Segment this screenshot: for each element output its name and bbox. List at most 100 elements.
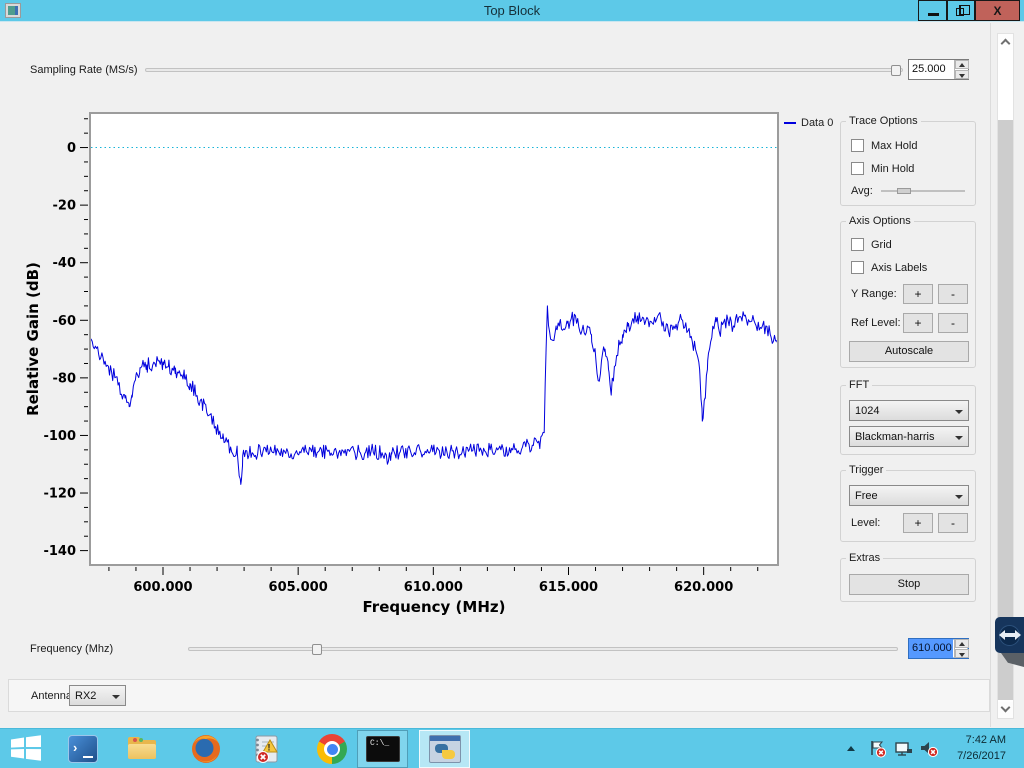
y-tick-label: -40 xyxy=(53,256,77,271)
spin-down-button[interactable] xyxy=(955,70,969,79)
trigger-title: Trigger xyxy=(846,464,886,476)
spin-up-button[interactable] xyxy=(955,639,969,648)
dropdown-arrow-icon xyxy=(955,495,963,499)
fft-group: FFT 1024 Blackman-harris xyxy=(840,385,976,455)
min-hold-checkbox[interactable] xyxy=(851,162,864,175)
fft-title: FFT xyxy=(846,379,872,391)
sampling-rate-spin-arrows xyxy=(954,60,968,79)
close-button[interactable]: X xyxy=(975,0,1020,21)
extras-title: Extras xyxy=(846,552,883,564)
dropdown-arrow-icon xyxy=(112,695,120,699)
axis-labels-label: Axis Labels xyxy=(871,262,927,274)
firefox-icon xyxy=(190,733,222,765)
axis-options-title: Axis Options xyxy=(846,215,914,227)
trace-options-title: Trace Options xyxy=(846,115,921,127)
scroll-up-button[interactable] xyxy=(998,34,1013,50)
frequency-value[interactable]: 610.000 xyxy=(909,639,953,658)
window-title: Top Block xyxy=(0,0,1024,22)
chrome-icon xyxy=(317,734,347,764)
scroll-down-button[interactable] xyxy=(998,702,1013,718)
taskbar-command-prompt[interactable]: C:\_ xyxy=(357,730,408,768)
fft-size-dropdown[interactable]: 1024 xyxy=(849,400,969,421)
fft-window-value: Blackman-harris xyxy=(855,431,934,443)
tray-time: 7:42 AM xyxy=(938,732,1006,748)
sampling-rate-label: Sampling Rate (MS/s) xyxy=(30,64,138,76)
antenna-value: RX2 xyxy=(75,690,96,702)
y-range-minus-button[interactable]: - xyxy=(938,284,968,304)
sampling-rate-value[interactable]: 25.000 xyxy=(909,60,953,79)
sampling-rate-slider-track[interactable] xyxy=(145,68,903,72)
x-tick-label: 615.000 xyxy=(539,580,598,595)
y-range-plus-button[interactable]: + xyxy=(903,284,933,304)
avg-slider[interactable] xyxy=(881,187,965,195)
tray-expand-button[interactable] xyxy=(845,743,857,755)
tray-network[interactable] xyxy=(894,740,912,758)
scrollbar-thumb[interactable] xyxy=(998,120,1013,700)
tray-action-center[interactable] xyxy=(868,740,886,758)
x-tick-label: 600.000 xyxy=(133,580,192,595)
axis-labels-checkbox[interactable] xyxy=(851,261,864,274)
taskbar-notebook-warning[interactable]: ! xyxy=(250,733,284,765)
python-app-icon xyxy=(429,735,461,763)
min-hold-label: Min Hold xyxy=(871,163,914,175)
tray-clock[interactable]: 7:42 AM 7/26/2017 xyxy=(938,732,1006,764)
dropdown-arrow-icon xyxy=(955,436,963,440)
antenna-dropdown[interactable]: RX2 xyxy=(69,685,126,706)
restore-icon xyxy=(956,8,964,16)
taskbar-python-app[interactable] xyxy=(419,730,470,768)
max-hold-checkbox[interactable] xyxy=(851,139,864,152)
ref-level-minus-button[interactable]: - xyxy=(938,313,968,333)
tray-volume[interactable] xyxy=(919,740,937,758)
spin-up-button[interactable] xyxy=(955,60,969,69)
svg-text:!: ! xyxy=(268,743,271,753)
frequency-slider[interactable] xyxy=(188,643,898,655)
stop-button[interactable]: Stop xyxy=(849,574,969,595)
plot-canvas[interactable] xyxy=(90,113,778,565)
avg-label: Avg: xyxy=(851,185,873,197)
fft-window-dropdown[interactable]: Blackman-harris xyxy=(849,426,969,447)
trigger-level-minus-button[interactable]: - xyxy=(938,513,968,533)
y-tick-label: -60 xyxy=(53,314,77,329)
teamviewer-flap xyxy=(1001,653,1024,667)
taskbar-firefox[interactable] xyxy=(190,733,224,765)
y-tick-label: 0 xyxy=(67,141,76,156)
windows-logo-icon xyxy=(10,733,42,763)
chevron-up-icon xyxy=(1001,39,1011,49)
taskbar-powershell[interactable]: › xyxy=(66,733,100,765)
taskbar-chrome[interactable] xyxy=(316,733,350,765)
sampling-rate-slider[interactable] xyxy=(145,64,903,76)
trigger-mode-dropdown[interactable]: Free xyxy=(849,485,969,506)
restore-button[interactable] xyxy=(947,0,975,21)
titlebar[interactable]: Top Block X xyxy=(0,0,1024,22)
up-arrow-icon xyxy=(959,642,965,646)
flag-warning-icon xyxy=(868,740,888,758)
volume-muted-icon xyxy=(919,740,939,758)
chevron-up-icon xyxy=(845,743,857,755)
spin-down-button[interactable] xyxy=(955,649,969,658)
minimize-icon xyxy=(928,13,939,16)
dropdown-arrow-icon xyxy=(955,410,963,414)
spectrum-plot[interactable]: 600.000605.000610.000615.000620.0000-20-… xyxy=(10,105,810,617)
trigger-level-plus-button[interactable]: + xyxy=(903,513,933,533)
sampling-rate-slider-handle[interactable] xyxy=(891,65,901,76)
teamviewer-icon[interactable] xyxy=(995,617,1024,653)
grid-checkbox[interactable] xyxy=(851,238,864,251)
trigger-level-label: Level: xyxy=(851,517,880,529)
teamviewer-edge-widget[interactable] xyxy=(995,617,1024,669)
x-axis-title: Frequency (MHz) xyxy=(363,598,506,616)
frequency-slider-track[interactable] xyxy=(188,647,898,651)
minimize-button[interactable] xyxy=(918,0,947,21)
x-tick-label: 610.000 xyxy=(404,580,463,595)
frequency-spin-arrows xyxy=(954,639,968,658)
tray-date: 7/26/2017 xyxy=(938,748,1006,764)
sampling-rate-spinbox[interactable]: 25.000 xyxy=(908,59,969,80)
taskbar-file-explorer[interactable] xyxy=(126,733,160,765)
ref-level-plus-button[interactable]: + xyxy=(903,313,933,333)
autoscale-button[interactable]: Autoscale xyxy=(849,341,969,362)
frequency-slider-handle[interactable] xyxy=(312,644,322,655)
avg-slider-handle[interactable] xyxy=(897,188,911,194)
frequency-spinbox[interactable]: 610.000 xyxy=(908,638,969,659)
start-button[interactable] xyxy=(10,733,44,765)
fft-size-value: 1024 xyxy=(855,405,879,417)
avg-slider-track[interactable] xyxy=(881,190,965,192)
